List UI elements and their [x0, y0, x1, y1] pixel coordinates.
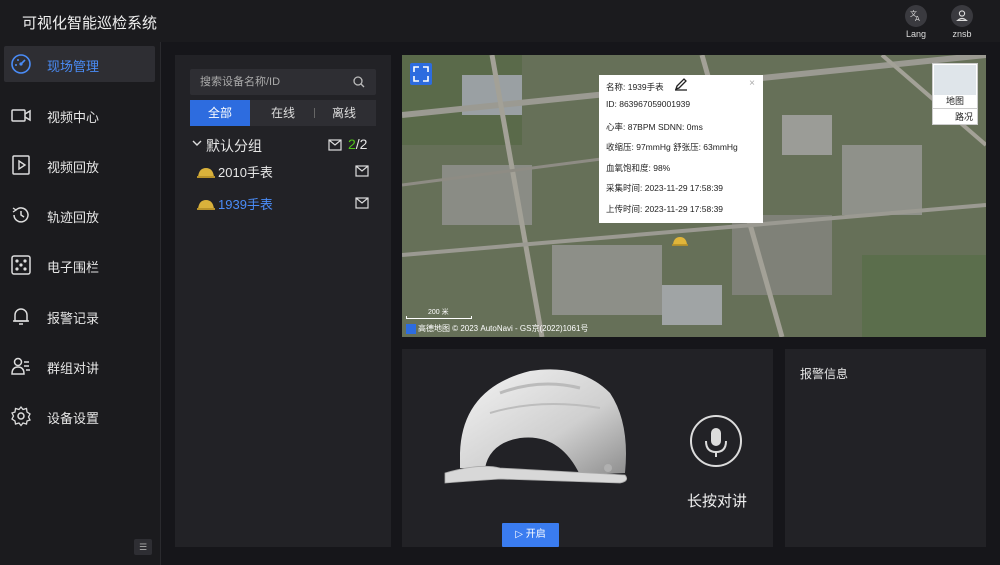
language-switch[interactable]: 文A Lang: [896, 5, 936, 41]
online-count: 2: [348, 136, 356, 152]
translate-icon: 文A: [905, 5, 927, 27]
sidebar-item-site-management[interactable]: 现场管理: [4, 46, 155, 82]
map-type-map[interactable]: 地图: [933, 94, 977, 107]
microphone-icon: [705, 428, 727, 457]
device-list-panel: 全部 在线 离线 默认分组 2/2 2010手表 1939手表: [175, 55, 391, 547]
helmet-icon: [197, 197, 215, 215]
device-name: 2010手表: [218, 165, 273, 180]
sidebar-collapse-button[interactable]: ☰: [134, 539, 152, 555]
popup-spo2: 血氧饱和度: 98%: [606, 163, 671, 173]
sidebar-item-alarm-records[interactable]: 报警记录: [4, 298, 155, 334]
dashboard-icon: [11, 54, 31, 74]
map-type-switch: 地图 路况: [932, 63, 978, 125]
total-count: /2: [355, 136, 368, 152]
scale-bar: [406, 316, 472, 319]
sidebar-item-label: 视频回放: [47, 160, 100, 175]
map-view[interactable]: 地图 路况 名称: 1939手表 × ID: 863967059001939 心…: [402, 55, 986, 337]
chevron-down-icon[interactable]: [191, 137, 203, 152]
sidebar-item-group-intercom[interactable]: 群组对讲: [4, 348, 155, 384]
user-name: znsb: [952, 29, 972, 39]
video-camera-icon: [11, 109, 31, 122]
device-info-popup: 名称: 1939手表 × ID: 863967059001939 心率: 87B…: [599, 75, 763, 223]
group-online-count: 2/2: [348, 136, 367, 152]
sidebar-item-label: 现场管理: [47, 59, 100, 74]
device-item[interactable]: 2010手表: [195, 161, 375, 181]
tab-online[interactable]: 在线: [253, 100, 313, 126]
group-icon: [11, 357, 30, 375]
edit-icon[interactable]: [674, 77, 688, 93]
map-thumbnail[interactable]: [934, 65, 976, 95]
app-title: 可视化智能巡检系统: [22, 15, 158, 32]
fence-icon: [11, 255, 31, 275]
sidebar-item-label: 群组对讲: [47, 361, 100, 376]
play-file-icon: [12, 155, 30, 175]
device-item-selected[interactable]: 1939手表: [195, 193, 375, 213]
alarm-panel-title: 报警信息: [800, 367, 849, 381]
user-menu[interactable]: znsb: [942, 5, 982, 41]
message-icon[interactable]: [355, 164, 369, 182]
app-header: 可视化智能巡检系统 文A Lang znsb: [0, 0, 1000, 42]
message-icon[interactable]: [328, 138, 342, 156]
device-location-marker[interactable]: [672, 233, 688, 251]
search-icon[interactable]: [352, 75, 366, 89]
popup-blood-pressure: 收缩压: 97mmHg 舒张压: 63mmHg: [606, 142, 738, 152]
popup-collect-time: 采集时间: 2023-11-29 17:58:39: [606, 183, 724, 193]
map-copyright: 高德地图 © 2023 AutoNavi - GS京(2022)1061号: [406, 323, 588, 334]
sidebar-item-geofence[interactable]: 电子围栏: [4, 247, 155, 283]
language-label: Lang: [905, 29, 927, 39]
helmet-icon: [672, 237, 688, 246]
popup-id: ID: 863967059001939: [606, 99, 691, 109]
sidebar: 现场管理 视频中心 视频回放 轨迹回放 电子围栏 报警记录 群组对讲 设备设置 …: [0, 42, 161, 565]
alarm-info-panel: 报警信息: [785, 349, 986, 547]
tab-all[interactable]: 全部: [190, 100, 250, 126]
sidebar-item-label: 设备设置: [47, 411, 100, 426]
popup-close-button[interactable]: ×: [749, 78, 755, 89]
sidebar-item-label: 轨迹回放: [47, 210, 100, 225]
history-icon: [12, 207, 29, 223]
bell-icon: [13, 308, 29, 325]
device-search-input[interactable]: [200, 73, 350, 91]
gear-icon: [11, 405, 31, 427]
copyright-text: 高德地图 © 2023 AutoNavi - GS京(2022)1061号: [418, 324, 589, 333]
amap-logo-icon: [406, 323, 416, 334]
sidebar-item-video-playback[interactable]: 视频回放: [4, 147, 155, 183]
group-name: 默认分组: [206, 138, 262, 154]
device-name: 1939手表: [218, 197, 273, 212]
push-to-talk-button[interactable]: [690, 415, 742, 467]
helmet-icon: [197, 165, 215, 183]
map-type-traffic[interactable]: 路况: [933, 108, 977, 124]
device-filter-tabs: 全部 在线 离线: [190, 100, 376, 126]
helmet-image: [444, 369, 628, 484]
sidebar-item-video-center[interactable]: 视频中心: [4, 97, 155, 133]
fullscreen-button[interactable]: [410, 63, 432, 85]
fullscreen-icon: [413, 66, 429, 82]
sidebar-item-label: 视频中心: [47, 110, 100, 125]
tab-offline[interactable]: 离线: [314, 100, 374, 126]
device-group-default[interactable]: 默认分组 2/2: [191, 135, 376, 155]
message-icon[interactable]: [355, 196, 369, 214]
start-button[interactable]: ▷ 开启: [502, 523, 559, 547]
push-to-talk-label: 长按对讲: [687, 493, 748, 510]
sidebar-item-label: 电子围栏: [47, 260, 100, 275]
popup-name: 名称: 1939手表: [606, 82, 664, 92]
device-search: [190, 69, 376, 95]
popup-upload-time: 上传时间: 2023-11-29 17:58:39: [606, 204, 724, 214]
popup-heart-rate: 心率: 87BPM SDNN: 0ms: [606, 122, 703, 132]
helmet-panel: ▷ 开启 长按对讲: [402, 349, 773, 547]
svg-text:A: A: [915, 15, 920, 23]
sidebar-item-device-settings[interactable]: 设备设置: [4, 398, 155, 434]
user-icon: [951, 5, 973, 27]
sidebar-item-label: 报警记录: [47, 311, 100, 326]
sidebar-item-track-playback[interactable]: 轨迹回放: [4, 197, 155, 233]
